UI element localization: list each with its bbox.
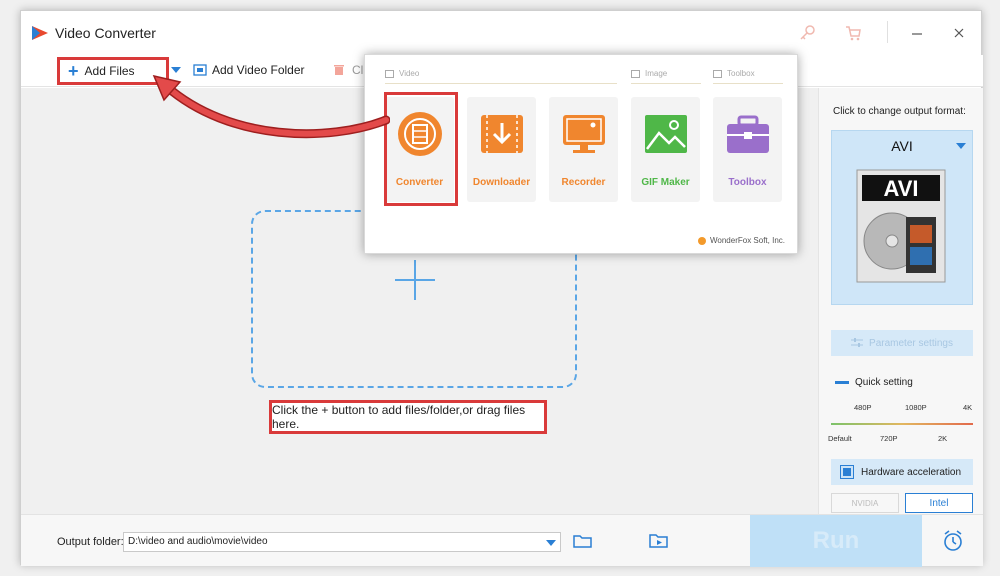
tick-1080p: 1080P xyxy=(905,403,927,412)
hardware-acceleration-label: Hardware acceleration xyxy=(861,466,962,478)
tool-downloader[interactable]: Downloader xyxy=(467,97,536,202)
output-folder-dropdown-icon[interactable] xyxy=(546,540,556,546)
minimize-icon[interactable] xyxy=(907,23,927,43)
add-files-label: Add Files xyxy=(84,64,135,78)
bottom-bar: Output folder: D:\video and audio\movie\… xyxy=(21,514,983,567)
hardware-acceleration-toggle[interactable]: Hardware acceleration xyxy=(831,459,973,485)
nvidia-label: NVIDIA xyxy=(851,498,879,508)
tool-recorder-label: Recorder xyxy=(561,177,606,188)
tool-toolbox-label: Toolbox xyxy=(728,177,767,188)
dropzone-hint: Click the + button to add files/folder,o… xyxy=(269,400,547,434)
category-image-line xyxy=(631,83,701,84)
gif-maker-icon xyxy=(645,115,687,153)
tool-recorder[interactable]: Recorder xyxy=(549,97,618,202)
brand-label: WonderFox Soft, Inc. xyxy=(710,236,785,245)
quick-setting-icon xyxy=(835,381,849,384)
quick-setting-label: Quick setting xyxy=(835,377,913,388)
tool-gif-maker[interactable]: GIF Maker xyxy=(631,97,700,202)
output-folder-input[interactable]: D:\video and audio\movie\video xyxy=(123,532,561,552)
tick-default: Default xyxy=(828,434,852,443)
output-format-name: AVI xyxy=(891,138,913,154)
parameter-settings-button[interactable]: Parameter settings xyxy=(831,330,973,356)
category-video-label: Video xyxy=(399,69,420,78)
output-format-selector[interactable]: AVI AVI xyxy=(831,130,973,305)
image-category-icon xyxy=(631,69,640,78)
category-image-label: Image xyxy=(645,69,668,78)
tick-480p: 480P xyxy=(854,403,872,412)
downloader-icon xyxy=(481,115,523,153)
settings-sliders-icon xyxy=(851,338,864,347)
intel-label: Intel xyxy=(929,497,949,509)
wonderfox-logo-icon xyxy=(698,236,706,245)
output-panel: Click to change output format: AVI AVI P… xyxy=(818,88,983,514)
intel-option[interactable]: Intel xyxy=(905,493,973,513)
video-folder-open-icon[interactable] xyxy=(649,533,669,549)
folder-open-icon[interactable] xyxy=(573,533,593,549)
category-toolbox-line xyxy=(713,83,783,84)
brand-footer: WonderFox Soft, Inc. xyxy=(698,236,785,245)
tool-downloader-label: Downloader xyxy=(472,177,531,188)
callout-arrow-icon xyxy=(152,74,390,139)
category-video-line xyxy=(385,83,617,84)
add-plus-icon-bar xyxy=(395,279,435,281)
alarm-clock-icon[interactable] xyxy=(942,529,964,553)
tick-4k: 4K xyxy=(963,403,973,412)
close-icon[interactable] xyxy=(949,23,969,43)
tick-720p: 720P xyxy=(880,434,898,443)
output-folder-label: Output folder: xyxy=(57,536,124,548)
tool-toolbox[interactable]: Toolbox xyxy=(713,97,782,202)
quick-setting-text: Quick setting xyxy=(855,377,913,388)
tick-2k: 2K xyxy=(938,434,948,443)
output-format-title: Click to change output format: xyxy=(833,106,966,117)
format-dropdown-icon[interactable] xyxy=(956,143,966,149)
category-toolbox: Toolbox xyxy=(713,69,755,78)
category-image: Image xyxy=(631,69,667,78)
title-bar: Video Converter xyxy=(21,11,981,55)
converter-highlight xyxy=(384,92,458,206)
key-icon[interactable] xyxy=(797,23,817,43)
run-button[interactable]: Run xyxy=(750,515,922,567)
titlebar-divider xyxy=(887,21,888,43)
parameter-settings-label: Parameter settings xyxy=(869,337,953,349)
quality-slider[interactable] xyxy=(831,423,973,425)
recorder-icon xyxy=(563,115,605,153)
category-video: Video xyxy=(385,69,419,78)
app-logo-icon xyxy=(32,26,48,40)
avi-format-icon: AVI xyxy=(856,169,946,283)
svg-text:AVI: AVI xyxy=(883,176,918,201)
cart-icon[interactable] xyxy=(843,23,863,43)
plus-icon: + xyxy=(68,61,79,81)
category-toolbox-label: Toolbox xyxy=(727,69,755,78)
nvidia-option[interactable]: NVIDIA xyxy=(831,493,899,513)
toolbox-category-icon xyxy=(713,69,722,78)
chip-icon xyxy=(840,465,854,479)
toolbox-icon xyxy=(727,115,769,153)
app-title: Video Converter xyxy=(55,25,156,41)
tool-gif-maker-label: GIF Maker xyxy=(641,177,690,188)
